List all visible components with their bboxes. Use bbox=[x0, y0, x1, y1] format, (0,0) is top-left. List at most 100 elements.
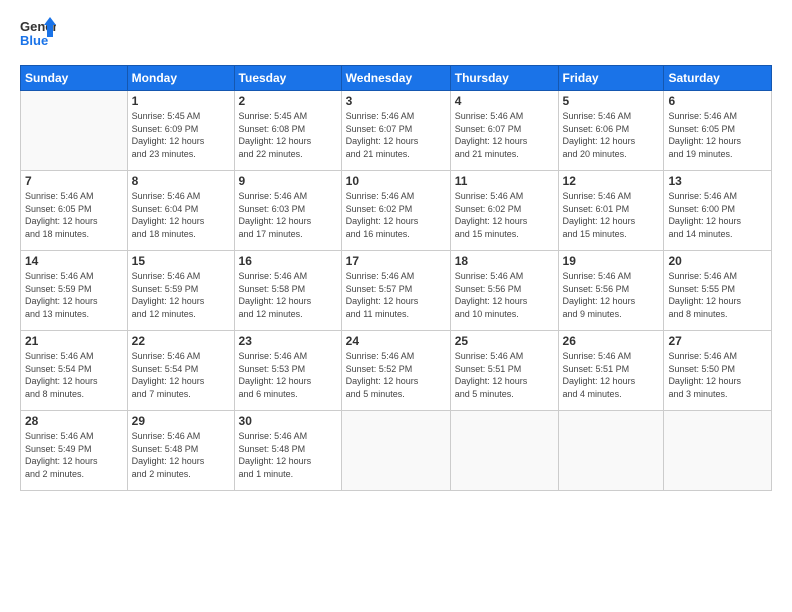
calendar-body: 1 Sunrise: 5:45 AMSunset: 6:09 PMDaylight… bbox=[21, 91, 772, 491]
day-number: 29 bbox=[132, 414, 230, 428]
day-info: Sunrise: 5:46 AMSunset: 5:54 PMDaylight:… bbox=[132, 350, 230, 400]
day-info: Sunrise: 5:45 AMSunset: 6:09 PMDaylight:… bbox=[132, 110, 230, 160]
calendar-cell: 22 Sunrise: 5:46 AMSunset: 5:54 PMDayligh… bbox=[127, 331, 234, 411]
day-number: 26 bbox=[563, 334, 660, 348]
calendar-cell bbox=[664, 411, 772, 491]
day-number: 4 bbox=[455, 94, 554, 108]
day-number: 10 bbox=[346, 174, 446, 188]
calendar-cell: 20 Sunrise: 5:46 AMSunset: 5:55 PMDayligh… bbox=[664, 251, 772, 331]
day-info: Sunrise: 5:46 AMSunset: 5:49 PMDaylight:… bbox=[25, 430, 123, 480]
calendar-cell: 10Sunrise: 5:46 AMSunset: 6:02 PMDayligh… bbox=[341, 171, 450, 251]
day-info: Sunrise: 5:46 AMSunset: 5:52 PMDaylight:… bbox=[346, 350, 446, 400]
day-info: Sunrise: 5:46 AMSunset: 5:55 PMDaylight:… bbox=[668, 270, 767, 320]
day-info: Sunrise: 5:46 AMSunset: 5:56 PMDaylight:… bbox=[563, 270, 660, 320]
day-info: Sunrise: 5:46 AMSunset: 5:51 PMDaylight:… bbox=[455, 350, 554, 400]
calendar-cell: 19 Sunrise: 5:46 AMSunset: 5:56 PMDayligh… bbox=[558, 251, 664, 331]
day-number: 22 bbox=[132, 334, 230, 348]
calendar-cell: 25 Sunrise: 5:46 AMSunset: 5:51 PMDayligh… bbox=[450, 331, 558, 411]
day-info: Sunrise: 5:46 AMSunset: 6:03 PMDaylight:… bbox=[239, 190, 337, 240]
day-number: 9 bbox=[239, 174, 337, 188]
week-row-3: 21Sunrise: 5:46 AMSunset: 5:54 PMDayligh… bbox=[21, 331, 772, 411]
day-info: Sunrise: 5:46 AMSunset: 6:05 PMDaylight:… bbox=[668, 110, 767, 160]
day-info: Sunrise: 5:46 AMSunset: 6:01 PMDaylight:… bbox=[563, 190, 660, 240]
week-row-4: 28 Sunrise: 5:46 AMSunset: 5:49 PMDayligh… bbox=[21, 411, 772, 491]
calendar-cell: 21Sunrise: 5:46 AMSunset: 5:54 PMDayligh… bbox=[21, 331, 128, 411]
calendar-cell bbox=[341, 411, 450, 491]
calendar-cell: 29Sunrise: 5:46 AMSunset: 5:48 PMDayligh… bbox=[127, 411, 234, 491]
day-info: Sunrise: 5:46 AMSunset: 5:56 PMDaylight:… bbox=[455, 270, 554, 320]
calendar-cell: 7 Sunrise: 5:46 AMSunset: 6:05 PMDaylight… bbox=[21, 171, 128, 251]
day-info: Sunrise: 5:46 AMSunset: 6:00 PMDaylight:… bbox=[668, 190, 767, 240]
header-cell-sunday: Sunday bbox=[21, 66, 128, 91]
day-info: Sunrise: 5:46 AMSunset: 6:05 PMDaylight:… bbox=[25, 190, 123, 240]
day-number: 16 bbox=[239, 254, 337, 268]
day-info: Sunrise: 5:46 AMSunset: 5:59 PMDaylight:… bbox=[25, 270, 123, 320]
day-info: Sunrise: 5:46 AMSunset: 5:54 PMDaylight:… bbox=[25, 350, 123, 400]
day-info: Sunrise: 5:45 AMSunset: 6:08 PMDaylight:… bbox=[239, 110, 337, 160]
calendar-table: SundayMondayTuesdayWednesdayThursdayFrid… bbox=[20, 65, 772, 491]
day-number: 8 bbox=[132, 174, 230, 188]
day-number: 20 bbox=[668, 254, 767, 268]
calendar-cell: 16Sunrise: 5:46 AMSunset: 5:58 PMDayligh… bbox=[234, 251, 341, 331]
day-number: 6 bbox=[668, 94, 767, 108]
day-number: 13 bbox=[668, 174, 767, 188]
day-number: 1 bbox=[132, 94, 230, 108]
calendar-cell: 17Sunrise: 5:46 AMSunset: 5:57 PMDayligh… bbox=[341, 251, 450, 331]
header-cell-monday: Monday bbox=[127, 66, 234, 91]
calendar-cell: 6 Sunrise: 5:46 AMSunset: 6:05 PMDaylight… bbox=[664, 91, 772, 171]
day-number: 18 bbox=[455, 254, 554, 268]
calendar-cell: 28 Sunrise: 5:46 AMSunset: 5:49 PMDayligh… bbox=[21, 411, 128, 491]
calendar-cell: 12Sunrise: 5:46 AMSunset: 6:01 PMDayligh… bbox=[558, 171, 664, 251]
day-number: 3 bbox=[346, 94, 446, 108]
day-number: 25 bbox=[455, 334, 554, 348]
calendar-cell: 24 Sunrise: 5:46 AMSunset: 5:52 PMDayligh… bbox=[341, 331, 450, 411]
header-cell-friday: Friday bbox=[558, 66, 664, 91]
day-info: Sunrise: 5:46 AMSunset: 5:48 PMDaylight:… bbox=[239, 430, 337, 480]
calendar-cell: 4 Sunrise: 5:46 AMSunset: 6:07 PMDaylight… bbox=[450, 91, 558, 171]
logo: General Blue bbox=[20, 15, 56, 57]
day-info: Sunrise: 5:46 AMSunset: 6:02 PMDaylight:… bbox=[455, 190, 554, 240]
calendar-cell: 1 Sunrise: 5:45 AMSunset: 6:09 PMDaylight… bbox=[127, 91, 234, 171]
day-number: 24 bbox=[346, 334, 446, 348]
week-row-0: 1 Sunrise: 5:45 AMSunset: 6:09 PMDaylight… bbox=[21, 91, 772, 171]
svg-text:Blue: Blue bbox=[20, 33, 48, 48]
day-number: 23 bbox=[239, 334, 337, 348]
calendar-cell: 5 Sunrise: 5:46 AMSunset: 6:06 PMDaylight… bbox=[558, 91, 664, 171]
day-info: Sunrise: 5:46 AMSunset: 5:53 PMDaylight:… bbox=[239, 350, 337, 400]
calendar-cell: 23 Sunrise: 5:46 AMSunset: 5:53 PMDayligh… bbox=[234, 331, 341, 411]
day-number: 2 bbox=[239, 94, 337, 108]
day-number: 11 bbox=[455, 174, 554, 188]
header-cell-saturday: Saturday bbox=[664, 66, 772, 91]
calendar-cell: 14 Sunrise: 5:46 AMSunset: 5:59 PMDayligh… bbox=[21, 251, 128, 331]
day-number: 15 bbox=[132, 254, 230, 268]
day-number: 30 bbox=[239, 414, 337, 428]
calendar-cell: 30 Sunrise: 5:46 AMSunset: 5:48 PMDayligh… bbox=[234, 411, 341, 491]
header-cell-thursday: Thursday bbox=[450, 66, 558, 91]
logo-svg: General Blue bbox=[20, 15, 56, 57]
day-info: Sunrise: 5:46 AMSunset: 5:57 PMDaylight:… bbox=[346, 270, 446, 320]
calendar-cell: 3Sunrise: 5:46 AMSunset: 6:07 PMDaylight… bbox=[341, 91, 450, 171]
header-cell-wednesday: Wednesday bbox=[341, 66, 450, 91]
calendar-cell: 26 Sunrise: 5:46 AMSunset: 5:51 PMDayligh… bbox=[558, 331, 664, 411]
day-info: Sunrise: 5:46 AMSunset: 6:07 PMDaylight:… bbox=[455, 110, 554, 160]
day-number: 14 bbox=[25, 254, 123, 268]
day-number: 28 bbox=[25, 414, 123, 428]
calendar-header: SundayMondayTuesdayWednesdayThursdayFrid… bbox=[21, 66, 772, 91]
week-row-2: 14 Sunrise: 5:46 AMSunset: 5:59 PMDayligh… bbox=[21, 251, 772, 331]
day-info: Sunrise: 5:46 AMSunset: 5:51 PMDaylight:… bbox=[563, 350, 660, 400]
day-number: 19 bbox=[563, 254, 660, 268]
day-number: 7 bbox=[25, 174, 123, 188]
page-header: General Blue bbox=[20, 15, 772, 57]
day-number: 5 bbox=[563, 94, 660, 108]
day-info: Sunrise: 5:46 AMSunset: 5:50 PMDaylight:… bbox=[668, 350, 767, 400]
calendar-cell: 2 Sunrise: 5:45 AMSunset: 6:08 PMDaylight… bbox=[234, 91, 341, 171]
calendar-cell: 9 Sunrise: 5:46 AMSunset: 6:03 PMDaylight… bbox=[234, 171, 341, 251]
header-cell-tuesday: Tuesday bbox=[234, 66, 341, 91]
calendar-cell: 18 Sunrise: 5:46 AMSunset: 5:56 PMDayligh… bbox=[450, 251, 558, 331]
calendar-cell: 11 Sunrise: 5:46 AMSunset: 6:02 PMDayligh… bbox=[450, 171, 558, 251]
day-info: Sunrise: 5:46 AMSunset: 6:06 PMDaylight:… bbox=[563, 110, 660, 160]
calendar-cell: 27 Sunrise: 5:46 AMSunset: 5:50 PMDayligh… bbox=[664, 331, 772, 411]
day-number: 27 bbox=[668, 334, 767, 348]
calendar-cell: 8Sunrise: 5:46 AMSunset: 6:04 PMDaylight… bbox=[127, 171, 234, 251]
calendar-cell bbox=[450, 411, 558, 491]
